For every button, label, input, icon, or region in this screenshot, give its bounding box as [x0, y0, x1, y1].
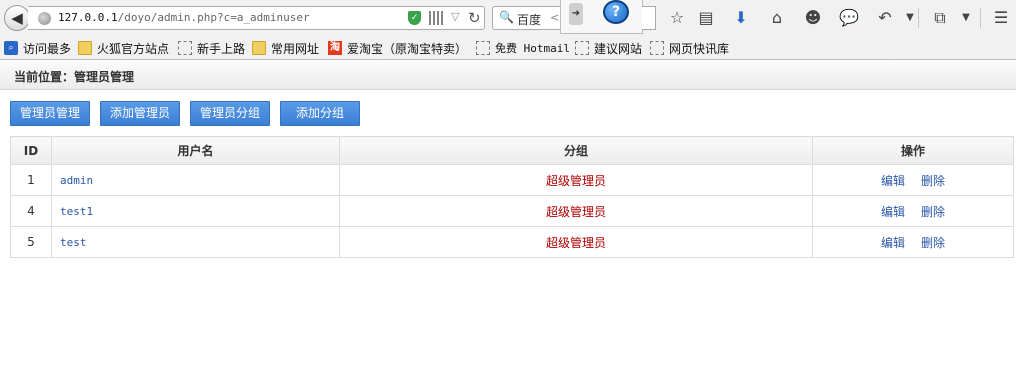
browser-toolbar: ◀ 127.0.0.1/doyo/admin.php?c=a_adminuser… [0, 0, 1016, 36]
page-icon [575, 41, 589, 55]
admin-manage-button[interactable]: 管理员管理 [10, 101, 90, 126]
page-icon [650, 41, 664, 55]
bookmark-most-visited[interactable]: ⌕ 访问最多 [4, 40, 71, 56]
search-input-end[interactable] [642, 6, 656, 30]
delete-link[interactable]: 删除 [921, 205, 945, 219]
addon-popup[interactable]: ➜ ? [560, 0, 643, 34]
toolbar-divider [918, 8, 919, 28]
column-header-username: 用户名 [51, 136, 340, 165]
bookmark-label: 火狐官方站点 [97, 41, 170, 56]
reading-list-icon[interactable]: ▤ [695, 7, 717, 29]
bookmark-label: 免费 Hotmail [495, 42, 570, 55]
cell-group: 超级管理员 [339, 195, 813, 227]
help-icon[interactable]: ? [603, 0, 629, 24]
folder-icon [252, 41, 266, 55]
crop-dropdown-icon[interactable]: ▼ [955, 7, 977, 29]
bookmark-label: 常用网址 [271, 41, 320, 56]
bookmark-web-slices[interactable]: 网页快讯库 [650, 40, 729, 56]
taobao-icon: 淘 [328, 41, 342, 55]
edit-link[interactable]: 编辑 [881, 205, 905, 219]
bookmark-label: 建议网站 [594, 41, 643, 56]
delete-link[interactable]: 删除 [921, 236, 945, 250]
undo-icon[interactable]: ↶ [874, 7, 896, 29]
bookmark-getting-started[interactable]: 新手上路 [178, 40, 245, 56]
bookmark-label: 新手上路 [197, 41, 246, 56]
cell-id: 4 [10, 195, 52, 227]
url-text[interactable]: 127.0.0.1/doyo/admin.php?c=a_adminuser [58, 11, 310, 24]
breadcrumb: 当前位置：管理员管理 [14, 70, 135, 84]
back-button[interactable]: ◀ [4, 5, 30, 31]
bookmark-common-sites[interactable]: 常用网址 [252, 40, 319, 56]
bookmark-star-icon[interactable]: ☆ [666, 7, 688, 29]
table-row: 4 test1 超级管理员 编辑 删除 [10, 195, 1014, 227]
cell-group: 超级管理员 [339, 164, 813, 196]
column-header-group: 分组 [339, 136, 813, 165]
bookmarks-bar: ⌕ 访问最多 火狐官方站点 新手上路 常用网址 淘爱淘宝（原淘宝特卖） 免费 Ho… [0, 36, 1016, 60]
bookmark-firefox-site[interactable]: 火狐官方站点 [78, 40, 169, 56]
smiley-icon[interactable]: ☻ [802, 7, 824, 29]
bookmark-hotmail[interactable]: 免费 Hotmail [476, 40, 570, 56]
download-icon[interactable]: ⬇ [730, 7, 752, 29]
admin-group-button[interactable]: 管理员分组 [190, 101, 270, 126]
delete-link[interactable]: 删除 [921, 174, 945, 188]
page-icon [178, 41, 192, 55]
cell-actions: 编辑 删除 [812, 226, 1014, 258]
cell-username[interactable]: admin [51, 164, 340, 196]
back-arrow-icon: ◀ [11, 8, 23, 27]
url-bar[interactable]: 127.0.0.1/doyo/admin.php?c=a_adminuser ✓… [28, 6, 485, 30]
globe-icon [38, 12, 51, 25]
home-icon[interactable]: ⌂ [766, 7, 788, 29]
cell-username[interactable]: test1 [51, 195, 340, 227]
url-dropdown-icon[interactable]: ▽ [451, 10, 459, 23]
table-row: 1 admin 超级管理员 编辑 删除 [10, 164, 1014, 196]
bookmark-label: 爱淘宝（原淘宝特卖） [347, 41, 468, 56]
cell-id: 1 [10, 164, 52, 196]
toolbar-divider [980, 8, 981, 28]
add-group-button[interactable]: 添加分组 [280, 101, 360, 126]
arrow-right-icon[interactable]: ➜ [569, 3, 583, 25]
shield-icon[interactable]: ✓ [408, 11, 421, 25]
search-extra: < [550, 11, 560, 24]
cell-actions: 编辑 删除 [812, 164, 1014, 196]
breadcrumb-bar: 当前位置：管理员管理 [0, 61, 1016, 90]
bookmark-suggested-sites[interactable]: 建议网站 [575, 40, 642, 56]
search-engine-label: 百度 [517, 13, 542, 27]
column-header-actions: 操作 [812, 136, 1014, 165]
qrcode-icon[interactable] [429, 11, 443, 25]
url-host: 127.0.0.1 [58, 11, 118, 24]
add-admin-button[interactable]: 添加管理员 [100, 101, 180, 126]
cell-username[interactable]: test [51, 226, 340, 258]
search-icon: 🔍 [499, 10, 514, 24]
bookmark-label: 网页快讯库 [669, 41, 730, 56]
table-row: 5 test 超级管理员 编辑 删除 [10, 226, 1014, 258]
bookmark-taobao[interactable]: 淘爱淘宝（原淘宝特卖） [328, 40, 467, 56]
edit-link[interactable]: 编辑 [881, 174, 905, 188]
cell-actions: 编辑 删除 [812, 195, 1014, 227]
edit-link[interactable]: 编辑 [881, 236, 905, 250]
cell-id: 5 [10, 226, 52, 258]
chat-icon[interactable]: 💬 [838, 7, 860, 29]
bookmark-label: 访问最多 [23, 41, 72, 56]
admin-table: ID 用户名 分组 操作 1 admin 超级管理员 编辑 删除 4 test1 … [10, 136, 1014, 258]
column-header-id: ID [10, 136, 52, 165]
reload-icon[interactable]: ↻ [468, 9, 481, 27]
url-path: /doyo/admin.php?c=a_adminuser [117, 11, 310, 24]
search-icon: ⌕ [4, 41, 18, 55]
search-bar[interactable]: 🔍 百度 < [492, 6, 565, 30]
table-header-row: ID 用户名 分组 操作 [10, 136, 1014, 165]
folder-icon [78, 41, 92, 55]
page-icon [476, 41, 490, 55]
cell-group: 超级管理员 [339, 226, 813, 258]
menu-icon[interactable]: ☰ [990, 7, 1012, 29]
crop-icon[interactable]: ⧉ [929, 7, 951, 29]
